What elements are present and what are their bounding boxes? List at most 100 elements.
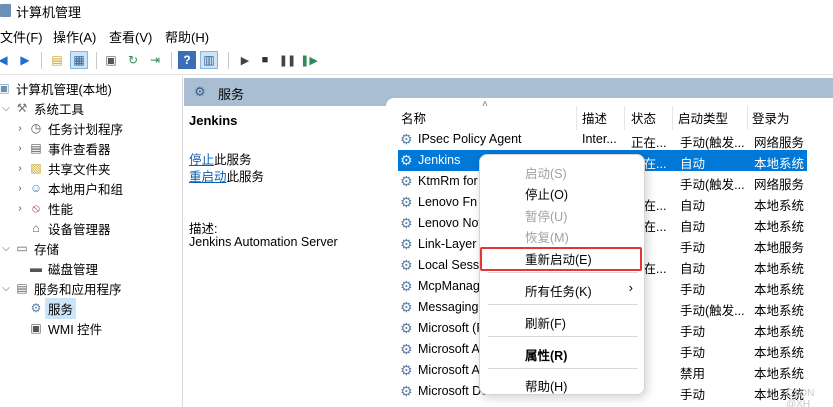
export-list-icon[interactable]: ⇥ <box>146 51 164 69</box>
tree-item-shared-folders[interactable]: › ▧ 共享文件夹 <box>14 158 110 178</box>
cell-startup-type: 手动 <box>680 325 706 339</box>
app-icon <box>0 4 11 17</box>
menu-file[interactable]: 文件(F) <box>0 27 43 46</box>
help-icon[interactable]: ? <box>178 51 196 69</box>
cell-startup-type: 手动(触发... <box>680 178 745 192</box>
column-status[interactable]: 状态 <box>631 108 656 127</box>
column-startup-type[interactable]: 启动类型 <box>678 108 728 127</box>
shared-folder-icon: ▧ <box>30 161 42 175</box>
cell-startup-type: 手动 <box>680 241 706 255</box>
menu-view[interactable]: 查看(V) <box>109 27 152 46</box>
services-apps-icon: ▤ <box>16 281 28 295</box>
menu-item-start[interactable]: 启动(S) <box>481 160 643 181</box>
chevron-down-icon[interactable]: ⌵ <box>0 103 12 114</box>
column-name[interactable]: 名称 <box>401 108 426 127</box>
device-manager-icon: ⌂ <box>32 221 40 235</box>
pause-service-icon[interactable]: ❚❚ <box>278 51 296 69</box>
service-gear-icon: ⚙ <box>400 173 413 189</box>
services-pane-title: 服务 <box>218 87 245 102</box>
cell-startup-type: 手动(触发... <box>680 304 745 318</box>
cell-logon-as: 本地系统 <box>754 220 805 234</box>
service-row[interactable]: ⚙ IPsec Policy Agent Inter... 正在... 手动(触发...… <box>398 129 807 150</box>
tree-item-disk-management[interactable]: ▬ 磁盘管理 <box>26 258 98 278</box>
clock-icon: ◷ <box>30 121 42 135</box>
chevron-right-icon[interactable]: › <box>14 203 26 214</box>
users-icon: ☺ <box>29 181 43 195</box>
chevron-right-icon[interactable]: › <box>14 163 26 174</box>
service-description-panel: Jenkins 停止此服务 重启动此服务 描述: Jenkins Automat… <box>184 106 386 407</box>
service-gear-icon: ⚙ <box>400 299 413 315</box>
chevron-right-icon[interactable]: › <box>14 123 26 134</box>
cell-logon-as: 本地系统 <box>754 262 805 276</box>
cell-logon-as: 本地系统 <box>754 199 805 213</box>
menu-item-pause[interactable]: 暂停(U) <box>481 203 643 224</box>
service-gear-icon: ⚙ <box>400 278 413 294</box>
menu-item-properties[interactable]: 属性(R) <box>481 342 643 363</box>
column-description[interactable]: 描述 <box>582 108 607 127</box>
menu-help[interactable]: 帮助(H) <box>165 27 209 46</box>
tree-item-task-scheduler[interactable]: › ◷ 任务计划程序 <box>14 118 123 138</box>
sort-ascending-icon: ˄ <box>482 99 488 110</box>
chevron-down-icon[interactable]: ⌵ <box>0 243 12 254</box>
navigation-tree: ▣ 计算机管理(本地) ⌵ ⚒ 系统工具 › ◷ 任务计划程序 › ▤ 事件查看… <box>0 76 183 407</box>
stop-service-link[interactable]: 停止 <box>189 153 214 167</box>
cell-logon-as: 本地系统 <box>754 157 805 171</box>
cell-description: Inter... <box>582 132 617 146</box>
cell-startup-type: 手动 <box>680 388 706 402</box>
cell-startup-type: 禁用 <box>680 367 706 381</box>
service-gear-icon: ⚙ <box>400 194 413 210</box>
restart-service-icon[interactable]: ❚▶ <box>300 51 318 69</box>
storage-icon: ▭ <box>16 241 28 255</box>
menu-item-stop[interactable]: 停止(O) <box>481 181 643 202</box>
show-hide-tree-icon[interactable]: ▦ <box>70 51 88 69</box>
start-service-icon[interactable]: ▶ <box>236 51 254 69</box>
tree-item-system-tools[interactable]: ⌵ ⚒ 系统工具 <box>0 98 84 118</box>
back-icon[interactable]: ◀ <box>0 51 12 69</box>
tree-item-services[interactable]: ⚙ 服务 <box>26 297 77 319</box>
tree-item-services-apps[interactable]: ⌵ ▤ 服务和应用程序 <box>0 278 121 298</box>
computer-management-window: 计算机管理 文件(F) 操作(A) 查看(V) 帮助(H) ◀ ▶ ▤ ▦ ▣ … <box>0 0 833 407</box>
tree-item-event-viewer[interactable]: › ▤ 事件查看器 <box>14 138 110 158</box>
refresh-icon[interactable]: ↻ <box>124 51 142 69</box>
event-viewer-icon: ▤ <box>30 141 42 155</box>
cell-logon-as: 本地系统 <box>754 304 805 318</box>
chevron-right-icon[interactable]: › <box>14 143 26 154</box>
cell-name: IPsec Policy Agent <box>418 132 522 146</box>
service-gear-icon: ⚙ <box>400 341 413 357</box>
restart-service-link[interactable]: 重启动 <box>189 170 227 184</box>
menu-item-refresh[interactable]: 刷新(F) <box>481 310 643 331</box>
restart-service-line: 重启动此服务 <box>189 170 265 184</box>
menu-item-resume[interactable]: 恢复(M) <box>481 224 643 245</box>
tree-item-wmi[interactable]: ▣ WMI 控件 <box>26 318 102 338</box>
tree-item-storage[interactable]: ⌵ ▭ 存储 <box>0 238 59 258</box>
watermark: CSDN @XH <box>786 388 815 407</box>
title-bar: 计算机管理 <box>0 0 833 22</box>
performance-icon: ⦸ <box>32 200 40 215</box>
cell-status: 正在... <box>631 136 667 150</box>
menu-action[interactable]: 操作(A) <box>53 27 96 46</box>
cell-startup-type: 自动 <box>680 220 706 234</box>
submenu-arrow-icon: › <box>628 280 633 295</box>
menu-item-all-tasks[interactable]: 所有任务(K) › <box>481 278 643 299</box>
chevron-down-icon[interactable]: ⌵ <box>0 283 12 294</box>
restart-highlight-box <box>480 247 642 271</box>
service-gear-icon: ⚙ <box>400 362 413 378</box>
disk-icon: ▬ <box>30 261 42 275</box>
up-folder-icon[interactable]: ▤ <box>48 51 66 69</box>
tree-item-root[interactable]: ▣ 计算机管理(本地) <box>0 78 112 98</box>
properties-icon[interactable]: ▣ <box>102 51 120 69</box>
cell-startup-type: 自动 <box>680 199 706 213</box>
system-tools-icon: ⚒ <box>16 101 28 115</box>
tree-item-device-manager[interactable]: ⌂ 设备管理器 <box>26 218 110 238</box>
column-logon-as[interactable]: 登录为 <box>752 108 790 127</box>
services-gear-icon: ⚙ <box>194 84 206 99</box>
chevron-right-icon[interactable]: › <box>14 183 26 194</box>
cell-startup-type: 手动 <box>680 283 706 297</box>
stop-service-icon[interactable]: ■ <box>256 51 274 69</box>
tree-item-local-users[interactable]: › ☺ 本地用户和组 <box>14 178 123 198</box>
context-menu: 启动(S) 停止(O) 暂停(U) 恢复(M) 重新启动(E) 所有任务(K) ›… <box>479 154 645 395</box>
action-pane-icon[interactable]: ▥ <box>200 51 218 69</box>
tree-item-performance[interactable]: › ⦸ 性能 <box>14 198 73 218</box>
forward-icon[interactable]: ▶ <box>16 51 34 69</box>
menu-item-help[interactable]: 帮助(H) <box>481 373 643 394</box>
